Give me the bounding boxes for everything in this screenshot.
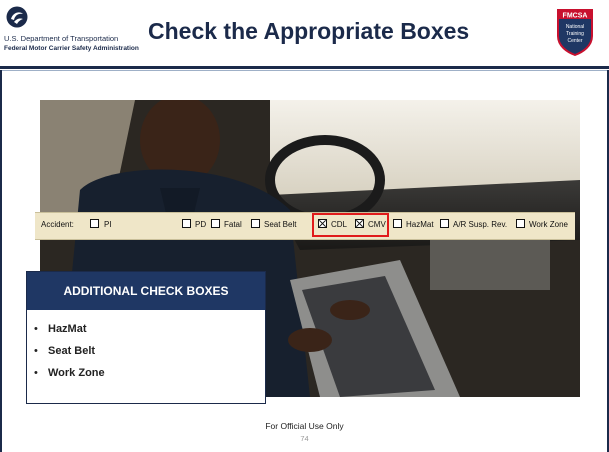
fatal-checkbox[interactable]	[211, 219, 220, 228]
page-title: Check the Appropriate Boxes	[148, 18, 470, 44]
work-zone-checkbox[interactable]	[516, 219, 525, 228]
badge-line-4: Center	[567, 38, 582, 44]
citation-form-strip: Accident: PI PD Fatal Seat Belt CDL CMV …	[35, 212, 575, 240]
fmcsa-agency-label: Federal Motor Carrier Safety Administrat…	[4, 45, 139, 52]
panel-heading: ADDITIONAL CHECK BOXES	[27, 272, 265, 310]
cdl-cmv-highlight	[312, 213, 389, 237]
fmcsa-badge-icon: FMCSA National Training Center	[557, 9, 593, 56]
seat-belt-checkbox[interactable]	[251, 219, 260, 228]
fatal-label: Fatal	[224, 220, 242, 229]
hazmat-checkbox[interactable]	[393, 219, 402, 228]
panel-list: • HazMat • Seat Belt • Work Zone	[34, 318, 105, 384]
ar-susp-rev-label: A/R Susp. Rev.	[453, 220, 508, 229]
list-item: • Work Zone	[34, 362, 105, 384]
dot-logo-icon	[6, 6, 28, 28]
slide: U.S. Department of Transportation Federa…	[0, 0, 609, 452]
pd-checkbox[interactable]	[182, 219, 191, 228]
badge-line-3: Training	[566, 31, 584, 37]
bullet: •	[34, 323, 38, 335]
work-zone-label: Work Zone	[529, 220, 568, 229]
ar-susp-rev-checkbox[interactable]	[440, 219, 449, 228]
list-item: • HazMat	[34, 318, 105, 340]
badge-line-2: National	[566, 24, 584, 30]
accident-label: Accident:	[41, 220, 74, 229]
hazmat-label: HazMat	[406, 220, 434, 229]
list-item-label: Work Zone	[48, 367, 105, 379]
list-item: • Seat Belt	[34, 340, 105, 362]
page-number: 74	[300, 434, 309, 443]
pi-checkbox[interactable]	[90, 219, 99, 228]
dot-department-label: U.S. Department of Transportation	[4, 34, 119, 43]
slide-frame-left	[0, 70, 2, 452]
header-divider-thin	[0, 70, 609, 71]
list-item-label: Seat Belt	[48, 345, 96, 357]
pd-label: PD	[195, 220, 207, 229]
official-use-notice: For Official Use Only	[265, 421, 344, 431]
bullet: •	[34, 345, 38, 357]
bullet: •	[34, 367, 38, 379]
pi-label: PI	[104, 220, 112, 229]
badge-line-1: FMCSA	[563, 13, 588, 20]
seat-belt-label: Seat Belt	[264, 220, 297, 229]
additional-check-boxes-panel: ADDITIONAL CHECK BOXES • HazMat • Seat Bel…	[26, 271, 266, 404]
list-item-label: HazMat	[48, 323, 87, 335]
slide-header: U.S. Department of Transportation Federa…	[0, 0, 609, 66]
header-divider	[0, 66, 609, 69]
